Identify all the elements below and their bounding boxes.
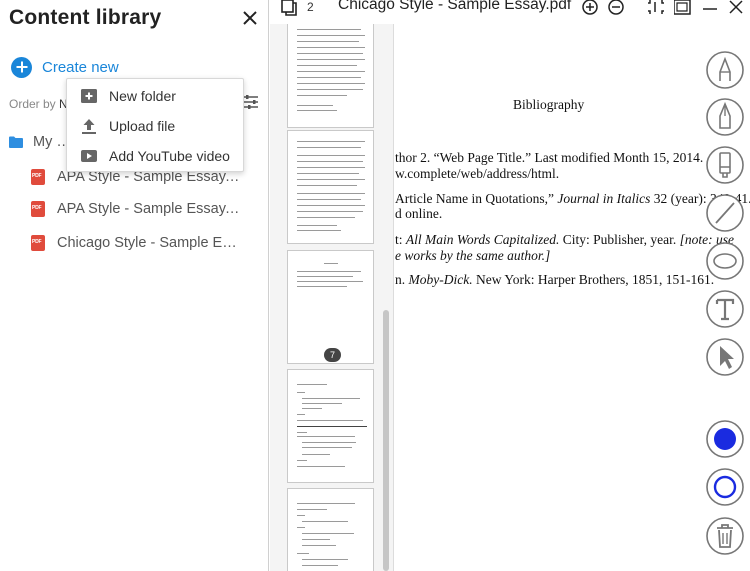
page-count: 2	[307, 0, 314, 14]
lasso-icon[interactable]	[705, 241, 745, 281]
fit-width-icon[interactable]	[674, 0, 692, 18]
text-tool-icon[interactable]	[705, 289, 745, 329]
order-by[interactable]: Order by Na	[9, 97, 74, 111]
fill-color-icon[interactable]	[705, 419, 745, 459]
fit-page-icon[interactable]	[648, 0, 666, 18]
document-line: thor 2. “Web Page Title.” Last modified …	[395, 150, 704, 165]
create-new-menu: New folder Upload file Add YouTube video	[66, 78, 244, 172]
sort-filter-icon[interactable]	[243, 94, 259, 110]
document-line: w.complete/web/address/html.	[395, 166, 560, 181]
folder-icon	[9, 136, 23, 148]
select-pointer-icon[interactable]	[705, 337, 745, 377]
stroke-color-icon[interactable]	[705, 467, 745, 507]
app-window: Content library Create new Order by Na M…	[0, 0, 750, 571]
panel-title: Content library	[9, 6, 162, 29]
file-label: Chicago Style - Sample Essay.pdf	[57, 235, 243, 251]
menu-item-label: New folder	[109, 88, 176, 104]
create-new-label: Create new	[42, 58, 119, 76]
menu-item-label: Upload file	[109, 118, 176, 134]
thumbnail-strip[interactable]: 7	[270, 24, 394, 571]
menu-item-upload-file[interactable]: Upload file	[67, 112, 243, 140]
pdf-icon: PDF	[31, 169, 45, 185]
highlighter-icon[interactable]	[705, 145, 745, 185]
pdf-icon: PDF	[31, 201, 45, 217]
bibliography-heading: Bibliography	[513, 97, 585, 112]
page-thumbnail[interactable]	[287, 488, 374, 571]
calligraphy-pen-icon[interactable]	[705, 50, 745, 90]
trash-icon[interactable]	[705, 516, 745, 556]
file-row[interactable]: PDF APA Style - Sample Essay.pdf	[0, 196, 268, 222]
new-folder-icon	[81, 89, 97, 103]
document-line: Article Name in Quotations,” Journal in …	[395, 191, 750, 206]
zoom-in-icon[interactable]	[581, 0, 599, 18]
page-thumbnail[interactable]	[287, 24, 374, 128]
page-thumbnail[interactable]	[287, 130, 374, 244]
close-icon[interactable]	[238, 6, 262, 30]
content-library-panel: Content library Create new Order by Na M…	[0, 0, 269, 571]
youtube-icon	[81, 150, 97, 162]
menu-item-new-folder[interactable]: New folder	[67, 82, 243, 110]
plus-circle-icon	[11, 56, 32, 78]
document-line: t: All Main Words Capitalized. City: Pub…	[395, 232, 734, 247]
order-by-label: Order by	[9, 97, 56, 111]
close-viewer-icon[interactable]	[728, 0, 744, 18]
file-row[interactable]: PDF Chicago Style - Sample Essay.pdf	[0, 230, 268, 256]
document-line: e works by the same author.]	[395, 248, 551, 263]
page-number-badge: 7	[324, 348, 341, 362]
menu-item-label: Add YouTube video	[109, 148, 230, 164]
zoom-out-icon[interactable]	[607, 0, 625, 18]
document-toolbar: 2 Chicago Style - Sample Essay.pdf	[270, 0, 750, 24]
document-line: d online.	[395, 206, 443, 221]
create-new-button[interactable]: Create new	[11, 56, 119, 78]
document-title: Chicago Style - Sample Essay.pdf	[338, 0, 572, 13]
menu-item-add-youtube[interactable]: Add YouTube video	[67, 142, 243, 170]
minimize-icon[interactable]	[702, 0, 718, 18]
thumbnail-scrollbar[interactable]	[383, 310, 389, 571]
pages-icon[interactable]	[280, 0, 298, 18]
page-thumbnail[interactable]: 7	[287, 250, 374, 364]
page-thumbnail[interactable]	[287, 369, 374, 483]
line-pen-icon[interactable]	[705, 193, 745, 233]
document-line: n. Moby-Dick. New York: Harper Brothers,…	[395, 272, 715, 287]
fountain-pen-icon[interactable]	[705, 97, 745, 137]
file-label: APA Style - Sample Essay.pdf	[57, 201, 243, 217]
pdf-icon: PDF	[31, 235, 45, 251]
upload-icon	[82, 119, 96, 134]
